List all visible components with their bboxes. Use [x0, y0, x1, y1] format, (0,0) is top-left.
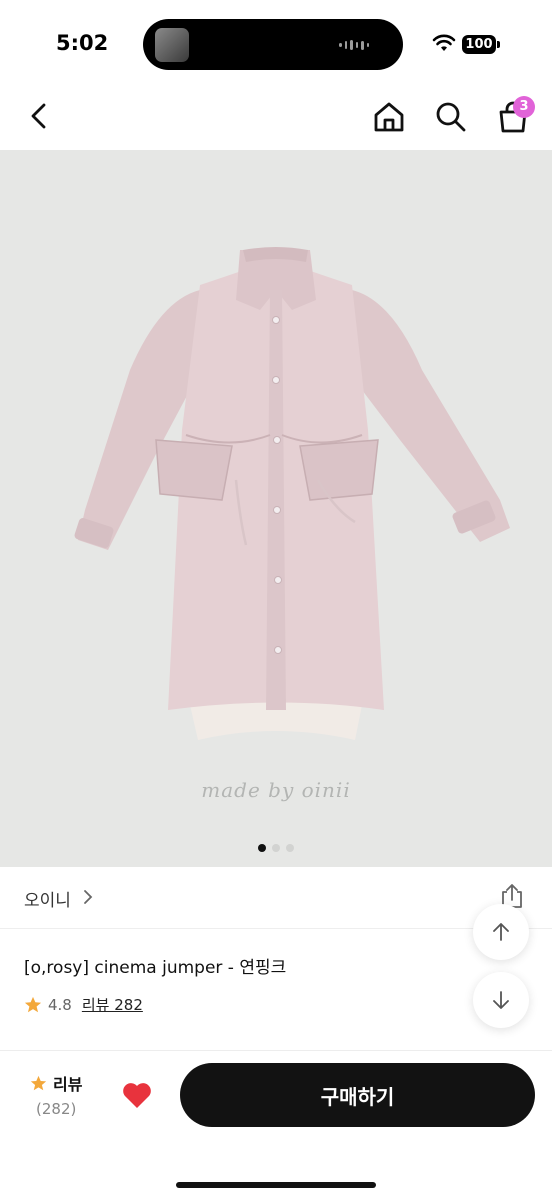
bottom-action-bar: 리뷰 (282) 구매하기	[0, 1051, 552, 1200]
battery-indicator: 100	[462, 35, 496, 54]
product-rating: 4.8 리뷰 282	[24, 994, 143, 1015]
wifi-icon	[432, 34, 456, 51]
star-icon	[30, 1075, 47, 1090]
now-playing-artwork	[155, 28, 189, 62]
review-label: 리뷰	[53, 1075, 83, 1094]
product-image	[74, 247, 510, 740]
review-count: (282)	[36, 1100, 77, 1118]
search-icon[interactable]	[432, 98, 470, 136]
star-icon	[24, 996, 42, 1012]
battery-tip	[497, 41, 500, 48]
product-image-carousel[interactable]: made by oinii	[0, 150, 552, 867]
arrow-up-icon	[493, 923, 509, 941]
carousel-dot[interactable]	[272, 844, 280, 852]
review-link[interactable]: 리뷰 282	[82, 994, 143, 1015]
rating-score: 4.8	[48, 995, 72, 1014]
heart-icon[interactable]	[121, 1080, 153, 1110]
scroll-bottom-button[interactable]	[473, 972, 529, 1028]
chevron-right-icon	[84, 890, 93, 904]
cart-count-badge: 3	[513, 96, 535, 118]
status-time: 5:02	[56, 31, 109, 55]
carousel-dot[interactable]	[286, 844, 294, 852]
scroll-top-button[interactable]	[473, 904, 529, 960]
home-icon[interactable]	[370, 98, 408, 136]
carousel-indicator	[0, 844, 552, 852]
brand-row: 오이니	[0, 868, 552, 928]
product-title: [o,rosy] cinema jumper - 연핑크	[24, 958, 287, 978]
divider	[0, 928, 552, 929]
carousel-dot[interactable]	[258, 844, 266, 852]
review-summary[interactable]: 리뷰	[30, 1071, 82, 1095]
brand-link[interactable]: 오이니	[24, 886, 71, 911]
status-bar: 5:02 100	[0, 0, 552, 80]
arrow-down-icon	[493, 991, 509, 1009]
back-icon[interactable]	[22, 98, 58, 134]
buy-button[interactable]: 구매하기	[180, 1063, 535, 1127]
audio-wave-icon	[339, 40, 369, 50]
dynamic-island[interactable]	[143, 19, 403, 70]
top-nav	[0, 80, 552, 150]
image-watermark: made by oinii	[201, 778, 351, 802]
home-indicator[interactable]	[176, 1182, 376, 1188]
